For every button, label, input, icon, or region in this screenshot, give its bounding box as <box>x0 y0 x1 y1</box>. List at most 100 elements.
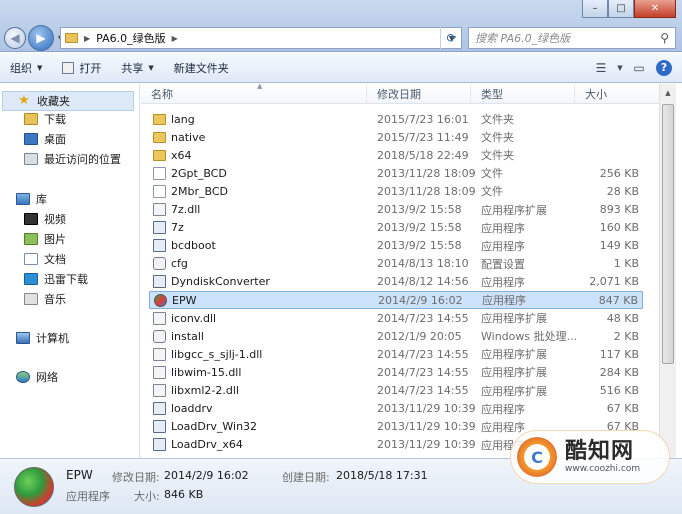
file-row[interactable]: libwim-15.dll 2014/7/23 14:55 应用程序扩展 284 KB <box>149 363 643 381</box>
sidebar-item-recent[interactable]: 最近访问的位置 <box>24 151 121 167</box>
recent-places-icon <box>24 153 38 165</box>
navigation-pane: ★ 收藏夹 下载 桌面 最近访问的位置 库 视频 图片 文档 迅雷下载 音乐 计… <box>0 84 140 458</box>
file-name-cell: native <box>153 131 205 144</box>
column-header-type[interactable]: 类型 <box>471 84 575 104</box>
dll-file-icon <box>153 311 166 325</box>
preview-pane-icon[interactable]: ▭ <box>626 58 652 78</box>
open-icon <box>62 61 75 74</box>
search-icon[interactable]: ⚲ <box>660 31 669 45</box>
column-header-name[interactable]: 名称 <box>141 84 367 104</box>
file-type: 应用程序扩展 <box>481 203 547 217</box>
file-row[interactable]: loaddrv 2013/11/29 10:39 应用程序 67 KB <box>149 400 643 418</box>
file-name: LoadDrv_Win32 <box>171 420 258 434</box>
folder-file-icon <box>153 149 166 161</box>
close-button[interactable]: ✕ <box>634 0 676 18</box>
file-row[interactable]: native 2015/7/23 11:49 文件夹 <box>149 128 643 146</box>
video-icon <box>24 213 38 225</box>
file-row[interactable]: 2Mbr_BCD 2013/11/28 18:09 文件 28 KB <box>149 182 643 200</box>
file-row[interactable]: 7z.dll 2013/9/2 15:58 应用程序扩展 893 KB <box>149 201 643 219</box>
file-name-cell: LoadDrv_Win32 <box>153 420 258 434</box>
file-row[interactable]: lang 2015/7/23 16:01 文件夹 <box>149 110 643 128</box>
open-button[interactable]: 打开 <box>52 53 111 82</box>
folder-icon <box>65 33 78 43</box>
exe-file-icon <box>153 402 166 416</box>
file-row[interactable]: EPW 2014/2/9 16:02 应用程序 847 KB <box>149 291 643 309</box>
sidebar-item-network[interactable]: 网络 <box>16 369 58 385</box>
file-row[interactable]: install 2012/1/9 20:05 Windows 批处理... 2 KB <box>149 327 643 345</box>
file-modified-date: 2013/11/29 10:39 <box>377 438 476 452</box>
sidebar-item-xunlei[interactable]: 迅雷下载 <box>24 271 88 287</box>
forward-button[interactable]: ▶ <box>28 25 54 51</box>
file-row[interactable]: libgcc_s_sjlj-1.dll 2014/7/23 14:55 应用程序扩展… <box>149 345 643 363</box>
file-row[interactable]: x64 2018/5/18 22:49 文件夹 <box>149 146 643 164</box>
exe-file-icon <box>153 420 166 434</box>
scrollbar-thumb[interactable] <box>662 104 674 364</box>
sidebar-item-computer[interactable]: 计算机 <box>16 330 69 346</box>
back-button[interactable]: ◀ <box>4 27 26 49</box>
file-row[interactable]: 2Gpt_BCD 2013/11/28 18:09 文件 256 KB <box>149 164 643 182</box>
chevron-right-icon[interactable]: ▶ <box>172 34 178 43</box>
file-size: 117 KB <box>599 347 639 361</box>
sidebar-item-downloads[interactable]: 下载 <box>24 111 66 127</box>
star-icon: ★ <box>18 93 30 108</box>
computer-icon <box>16 332 30 344</box>
file-type: 应用程序 <box>481 402 525 416</box>
file-modified-date: 2014/8/13 18:10 <box>377 257 469 271</box>
file-size: 67 KB <box>606 402 639 416</box>
file-name: LoadDrv_x64 <box>171 438 243 452</box>
file-row[interactable]: 7z 2013/9/2 15:58 应用程序 160 KB <box>149 219 643 237</box>
sidebar-item-music[interactable]: 音乐 <box>24 291 66 307</box>
search-input[interactable]: 搜索 PA6.0_绿色版 ⚲ <box>468 27 676 49</box>
sidebar-item-label: 视频 <box>44 213 66 226</box>
chevron-down-icon: ▼ <box>148 63 154 72</box>
column-header-modified[interactable]: 修改日期 <box>367 84 471 104</box>
toolbar-right: ☰ ▼ ▭ ? <box>588 53 682 82</box>
file-name-cell: EPW <box>154 293 196 307</box>
maximize-button[interactable]: □ <box>608 0 634 18</box>
breadcrumb-current-folder[interactable]: PA6.0_绿色版 <box>96 30 165 46</box>
details-modified-value: 2014/2/9 16:02 <box>164 469 249 482</box>
file-type: 配置设置 <box>481 257 525 271</box>
file-name: libxml2-2.dll <box>171 384 239 397</box>
share-menu[interactable]: 共享 ▼ <box>111 53 163 82</box>
file-modified-date: 2013/11/29 10:39 <box>377 420 476 434</box>
file-row[interactable]: iconv.dll 2014/7/23 14:55 应用程序扩展 48 KB <box>149 309 643 327</box>
new-folder-button[interactable]: 新建文件夹 <box>164 53 239 82</box>
file-name: bcdboot <box>171 239 216 253</box>
folder-file-icon <box>153 113 166 125</box>
file-name-cell: libgcc_s_sjlj-1.dll <box>153 347 262 361</box>
network-icon <box>16 371 30 383</box>
file-size: 149 KB <box>599 239 639 253</box>
refresh-icon[interactable]: ⟳ <box>440 27 462 49</box>
sidebar-item-pictures[interactable]: 图片 <box>24 231 66 247</box>
sidebar-item-libraries[interactable]: 库 <box>16 191 47 207</box>
file-type: 应用程序扩展 <box>481 384 547 398</box>
sidebar-item-documents[interactable]: 文档 <box>24 251 66 267</box>
address-bar[interactable]: ▶ PA6.0_绿色版 ▶ ▼ <box>60 27 462 49</box>
chevron-right-icon[interactable]: ▶ <box>84 34 90 43</box>
file-row[interactable]: bcdboot 2013/9/2 15:58 应用程序 149 KB <box>149 237 643 255</box>
file-name: 2Mbr_BCD <box>171 184 228 198</box>
file-type: 应用程序 <box>481 221 525 235</box>
view-options-icon[interactable]: ☰ <box>588 58 614 78</box>
vertical-scrollbar[interactable]: ▲ <box>659 84 676 458</box>
file-modified-date: 2014/7/23 14:55 <box>377 365 469 379</box>
file-name-cell: 7z.dll <box>153 203 200 216</box>
column-header-size[interactable]: 大小 <box>575 84 659 104</box>
help-icon[interactable]: ? <box>656 59 672 76</box>
organize-menu[interactable]: 组织 ▼ <box>0 53 52 82</box>
file-row[interactable]: libxml2-2.dll 2014/7/23 14:55 应用程序扩展 516 KB <box>149 382 643 400</box>
chevron-down-icon[interactable]: ▼ <box>614 58 626 78</box>
file-row[interactable]: DyndiskConverter 2014/8/12 14:56 应用程序 2,071… <box>149 273 643 291</box>
file-row[interactable]: cfg 2014/8/13 18:10 配置设置 1 KB <box>149 255 643 273</box>
file-name-cell: cfg <box>153 257 188 271</box>
file-name-cell: libwim-15.dll <box>153 365 241 379</box>
music-icon <box>24 293 38 305</box>
sidebar-item-desktop[interactable]: 桌面 <box>24 131 66 147</box>
open-label: 打开 <box>79 61 102 75</box>
sidebar-item-favorites[interactable]: ★ 收藏夹 <box>2 91 134 111</box>
scroll-up-icon[interactable]: ▲ <box>660 84 676 101</box>
file-name-cell: install <box>153 329 204 343</box>
sidebar-item-videos[interactable]: 视频 <box>24 211 66 227</box>
minimize-button[interactable]: – <box>582 0 608 18</box>
